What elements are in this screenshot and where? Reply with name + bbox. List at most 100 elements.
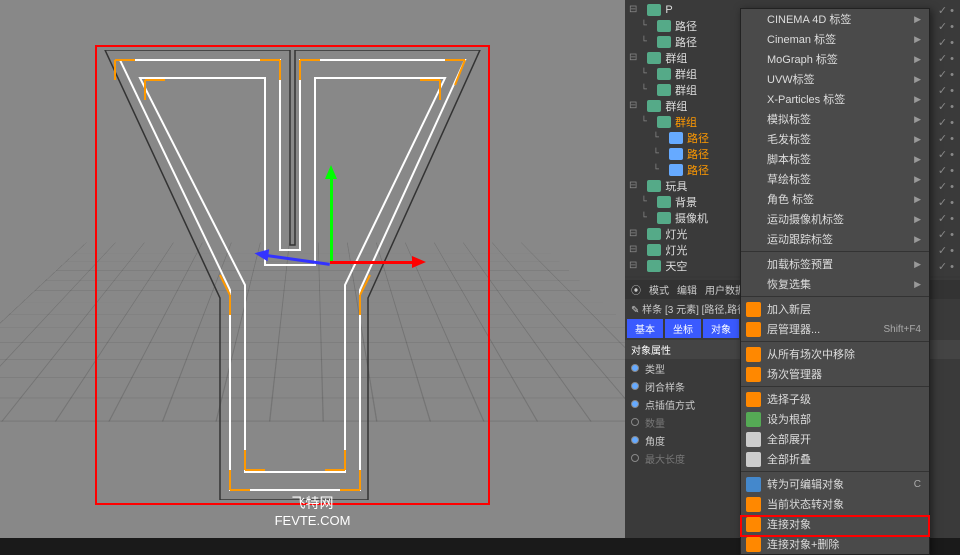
menu-item[interactable]: X-Particles 标签 ▶ bbox=[741, 89, 929, 109]
object-icon bbox=[647, 244, 661, 256]
menu-item[interactable]: 全部展开 bbox=[741, 429, 929, 449]
attr-label: 闭合样条 bbox=[645, 379, 685, 394]
attr-label: 数量 bbox=[645, 415, 665, 430]
object-label: 摄像机 bbox=[675, 210, 708, 226]
submenu-arrow: ▶ bbox=[914, 134, 921, 145]
object-icon bbox=[669, 164, 683, 176]
menu-icon bbox=[746, 432, 761, 447]
menu-label: 草绘标签 bbox=[767, 171, 811, 187]
menu-item[interactable]: UVW标签 ▶ bbox=[741, 69, 929, 89]
tab-object[interactable]: 对象 bbox=[703, 319, 739, 338]
object-icon bbox=[657, 116, 671, 128]
menu-item[interactable]: 从所有场次中移除 bbox=[741, 344, 929, 364]
context-menu[interactable]: CINEMA 4D 标签▶Cineman 标签▶MoGraph 标签▶UVW标签… bbox=[740, 8, 930, 555]
attr-dot bbox=[631, 364, 639, 372]
menu-label: 连接对象+删除 bbox=[767, 536, 839, 552]
menu-item[interactable]: 设为根部 bbox=[741, 409, 929, 429]
tab-basic[interactable]: 基本 bbox=[627, 319, 663, 338]
attr-label: 最大长度 bbox=[645, 451, 685, 466]
menu-item[interactable]: 加入新层 bbox=[741, 299, 929, 319]
object-label: 路径 bbox=[687, 162, 709, 178]
submenu-arrow: ▶ bbox=[914, 34, 921, 45]
menu-item[interactable]: 全部折叠 bbox=[741, 449, 929, 469]
object-icon bbox=[647, 260, 661, 272]
menu-item[interactable]: 脚本标签▶ bbox=[741, 149, 929, 169]
axis-z[interactable] bbox=[260, 253, 330, 266]
menu-item[interactable]: 运动摄像机标签 ▶ bbox=[741, 209, 929, 229]
object-label: 群组 bbox=[675, 66, 697, 82]
menu-item[interactable]: 运动跟踪标签 ▶ bbox=[741, 229, 929, 249]
menu-item[interactable]: 毛发标签▶ bbox=[741, 129, 929, 149]
submenu-arrow: ▶ bbox=[914, 154, 921, 165]
menu-icon bbox=[746, 517, 761, 532]
viewport-3d[interactable]: 飞特网 FEVTE.COM bbox=[0, 0, 625, 538]
submenu-arrow: ▶ bbox=[914, 74, 921, 85]
object-icon bbox=[669, 148, 683, 160]
menu-label: 全部展开 bbox=[767, 431, 811, 447]
object-icon bbox=[657, 68, 671, 80]
object-icon bbox=[647, 52, 661, 64]
axis-x[interactable] bbox=[330, 261, 420, 264]
menu-item[interactable]: 恢复选集▶ bbox=[741, 274, 929, 294]
menu-item[interactable]: 连接对象 bbox=[741, 514, 929, 534]
menu-item[interactable]: CINEMA 4D 标签▶ bbox=[741, 9, 929, 29]
object-icon bbox=[657, 20, 671, 32]
menu-item[interactable]: 当前状态转对象 bbox=[741, 494, 929, 514]
submenu-arrow: ▶ bbox=[914, 94, 921, 105]
tab-coord[interactable]: 坐标 bbox=[665, 319, 701, 338]
submenu-arrow: ▶ bbox=[914, 234, 921, 245]
menu-label: CINEMA 4D 标签 bbox=[767, 11, 851, 27]
menu-label: Cineman 标签 bbox=[767, 31, 836, 47]
watermark: 飞特网 FEVTE.COM bbox=[275, 493, 351, 528]
menu-icon bbox=[746, 347, 761, 362]
menu-item[interactable]: Cineman 标签 ▶ bbox=[741, 29, 929, 49]
menu-item[interactable]: 层管理器...Shift+F4 bbox=[741, 319, 929, 339]
menu-item[interactable]: 连接对象+删除 bbox=[741, 534, 929, 554]
menu-item[interactable]: 加载标签预置▶ bbox=[741, 254, 929, 274]
menu-item[interactable]: MoGraph 标签 ▶ bbox=[741, 49, 929, 69]
menu-item[interactable]: 角色 标签 ▶ bbox=[741, 189, 929, 209]
axis-gizmo[interactable] bbox=[250, 165, 410, 325]
menu-label: 运动摄像机标签 bbox=[767, 211, 844, 227]
attr-label: 类型 bbox=[645, 361, 665, 376]
menu-label: 角色 标签 bbox=[767, 191, 814, 207]
attr-dot bbox=[631, 436, 639, 444]
menu-label: 恢复选集 bbox=[767, 276, 811, 292]
menu-separator bbox=[741, 386, 929, 387]
menu-icon bbox=[746, 322, 761, 337]
object-label: 背景 bbox=[675, 194, 697, 210]
menu-icon bbox=[746, 537, 761, 552]
object-label: 路径 bbox=[687, 130, 709, 146]
submenu-arrow: ▶ bbox=[914, 54, 921, 65]
menu-item[interactable]: 场次管理器 bbox=[741, 364, 929, 384]
menu-item[interactable]: 选择子级 bbox=[741, 389, 929, 409]
menu-label: X-Particles 标签 bbox=[767, 91, 845, 107]
menu-separator bbox=[741, 471, 929, 472]
menu-label: 转为可编辑对象 bbox=[767, 476, 844, 492]
object-icon bbox=[647, 228, 661, 240]
submenu-arrow: ▶ bbox=[914, 259, 921, 270]
attr-dot bbox=[631, 382, 639, 390]
menu-label: UVW标签 bbox=[767, 71, 815, 87]
menu-item[interactable]: 转为可编辑对象C bbox=[741, 474, 929, 494]
menu-icon bbox=[746, 452, 761, 467]
object-label: 群组 bbox=[675, 82, 697, 98]
submenu-arrow: ▶ bbox=[914, 194, 921, 205]
menu-icon bbox=[746, 392, 761, 407]
menu-label: MoGraph 标签 bbox=[767, 51, 838, 67]
menu-icon bbox=[746, 412, 761, 427]
menu-icon bbox=[746, 367, 761, 382]
object-icon bbox=[647, 180, 661, 192]
attr-dot bbox=[631, 454, 639, 462]
menu-label: 层管理器... bbox=[767, 321, 820, 337]
submenu-arrow: ▶ bbox=[914, 114, 921, 125]
menu-label: 运动跟踪标签 bbox=[767, 231, 833, 247]
submenu-arrow: ▶ bbox=[914, 214, 921, 225]
menu-item[interactable]: 模拟标签▶ bbox=[741, 109, 929, 129]
menu-separator bbox=[741, 251, 929, 252]
menu-item[interactable]: 草绘标签▶ bbox=[741, 169, 929, 189]
axis-y[interactable] bbox=[330, 171, 333, 261]
object-icon bbox=[657, 212, 671, 224]
menu-label: 加入新层 bbox=[767, 301, 811, 317]
menu-separator bbox=[741, 341, 929, 342]
